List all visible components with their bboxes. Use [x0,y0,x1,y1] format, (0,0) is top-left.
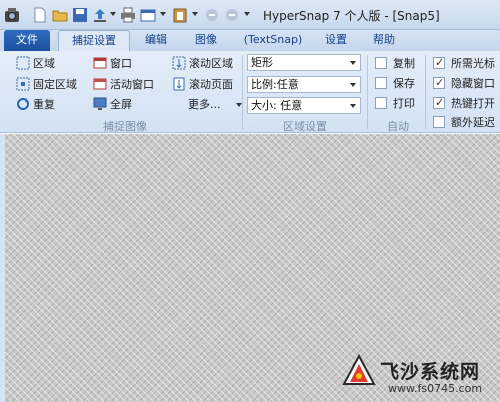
window-capture-icon [93,57,107,69]
capture-fixed-region-button[interactable]: 固定区域 [16,77,77,93]
capture-fullscreen-label: 全屏 [110,98,132,111]
chevron-down-icon [350,61,356,65]
capture-fixed-region-label: 固定区域 [33,78,77,91]
region-shape-select[interactable]: 矩形 [247,54,361,71]
region-size-value: 大小: 任意 [251,99,303,112]
chevron-down-icon [350,83,356,87]
ribbon-tab-bar: 文件 捕捉设置 编辑 图像 (TextSnap) 设置 帮助 [0,30,500,52]
region-ratio-select[interactable]: 比例:任意 [247,76,361,93]
clipboard-dropdown-icon[interactable] [192,12,198,16]
tab-settings[interactable]: 设置 [318,30,354,51]
open-folder-icon[interactable] [52,7,68,23]
region-icon [16,56,30,70]
extra-delay-label: 额外延迟 [451,116,495,129]
tab-edit[interactable]: 编辑 [138,30,174,51]
qat-customize-icon[interactable] [244,12,250,16]
capture-scroll-region-label: 滚动区域 [189,57,233,70]
tab-textsnap[interactable]: (TextSnap) [240,30,306,51]
tab-file[interactable]: 文件 [4,30,50,51]
chevron-down-icon [350,104,356,108]
auto-copy-checkbox[interactable]: 复制 [375,56,415,72]
upload-dropdown-icon[interactable] [110,12,116,16]
cursor-label: 所需光标 [451,57,495,70]
cursor-checkbox[interactable]: 所需光标 [433,55,495,72]
auto-group-label: 自动 [387,120,409,133]
capture-region-button[interactable]: 区域 [16,56,55,72]
tab-help[interactable]: 帮助 [366,30,402,51]
upload-icon[interactable] [92,7,108,23]
region-shape-value: 矩形 [251,56,273,69]
capture-group-label: 捕捉图像 [103,120,147,133]
capture-more-button[interactable]: 更多... [188,97,242,113]
checkbox-box-checked [433,95,445,111]
auto-print-checkbox[interactable]: 打印 [375,96,415,112]
repeat-icon [17,98,29,110]
capture-dropdown-icon[interactable] [160,12,166,16]
auto-save-label: 保存 [393,77,415,90]
hotkey-open-checkbox[interactable]: 热键打开 [433,95,495,112]
capture-active-window-button[interactable]: 活动窗口 [93,77,154,93]
region-size-select[interactable]: 大小: 任意 [247,97,361,114]
capture-fullscreen-button[interactable]: 全屏 [93,97,132,113]
checkbox-box [375,77,387,89]
tab-capture-settings[interactable]: 捕捉设置 [58,30,130,52]
region-ratio-value: 比例:任意 [251,78,299,91]
hypersnap-app-icon[interactable] [3,5,21,25]
checkbox-box-checked [433,55,445,71]
region-group-label: 区域设置 [283,120,327,133]
auto-copy-label: 复制 [393,57,415,70]
capture-scroll-page-label: 滚动页面 [189,78,233,91]
save-icon[interactable] [72,7,88,23]
undo-icon[interactable] [204,7,220,23]
print-icon[interactable] [120,7,136,23]
capture-repeat-label: 重复 [33,98,55,111]
extra-delay-checkbox[interactable]: 额外延迟 [433,115,495,131]
watermark-url: www.fs0745.com [388,382,483,395]
window-title: HyperSnap 7 个人版 - [Snap5] [263,9,440,23]
auto-print-label: 打印 [393,97,415,110]
auto-save-checkbox[interactable]: 保存 [375,76,415,92]
redo-icon[interactable] [224,7,240,23]
capture-region-label: 区域 [33,57,55,70]
active-window-icon [93,78,107,90]
capture-window-button[interactable]: 窗口 [93,56,132,72]
capture-more-label: 更多... [188,98,221,111]
hotkey-open-label: 热键打开 [451,97,495,110]
ribbon-panel: 区域 固定区域 重复 窗口 活动窗口 全屏 滚动区域 滚动页面 更多... 捕捉… [0,51,500,133]
capture-window-label: 窗口 [110,57,132,70]
fullscreen-icon [93,97,107,110]
checkbox-box [375,97,387,109]
scroll-page-icon [173,77,185,91]
title-bar: HyperSnap 7 个人版 - [Snap5] [0,0,500,30]
capture-scroll-page-button[interactable]: 滚动页面 [172,77,233,93]
capture-scroll-region-button[interactable]: 滚动区域 [172,56,233,72]
new-file-icon[interactable] [32,7,48,23]
capture-window-icon[interactable] [140,7,156,23]
site-watermark: 飞沙系统网 www.fs0745.com [340,352,500,402]
group-divider [367,55,368,129]
hide-window-label: 隐藏窗口 [451,77,495,90]
checkbox-box-checked [433,75,445,91]
capture-repeat-button[interactable]: 重复 [16,97,55,113]
clipboard-icon[interactable] [172,7,188,23]
hide-window-checkbox[interactable]: 隐藏窗口 [433,75,495,92]
checkbox-box [433,116,445,128]
watermark-name: 飞沙系统网 [380,361,481,383]
group-divider [425,55,426,129]
capture-active-window-label: 活动窗口 [110,78,154,91]
tab-image[interactable]: 图像 [188,30,224,51]
watermark-logo-icon [342,354,376,385]
fixed-region-icon [16,77,30,91]
scroll-region-icon [172,56,186,70]
checkbox-box [375,57,387,69]
group-divider [242,55,243,129]
